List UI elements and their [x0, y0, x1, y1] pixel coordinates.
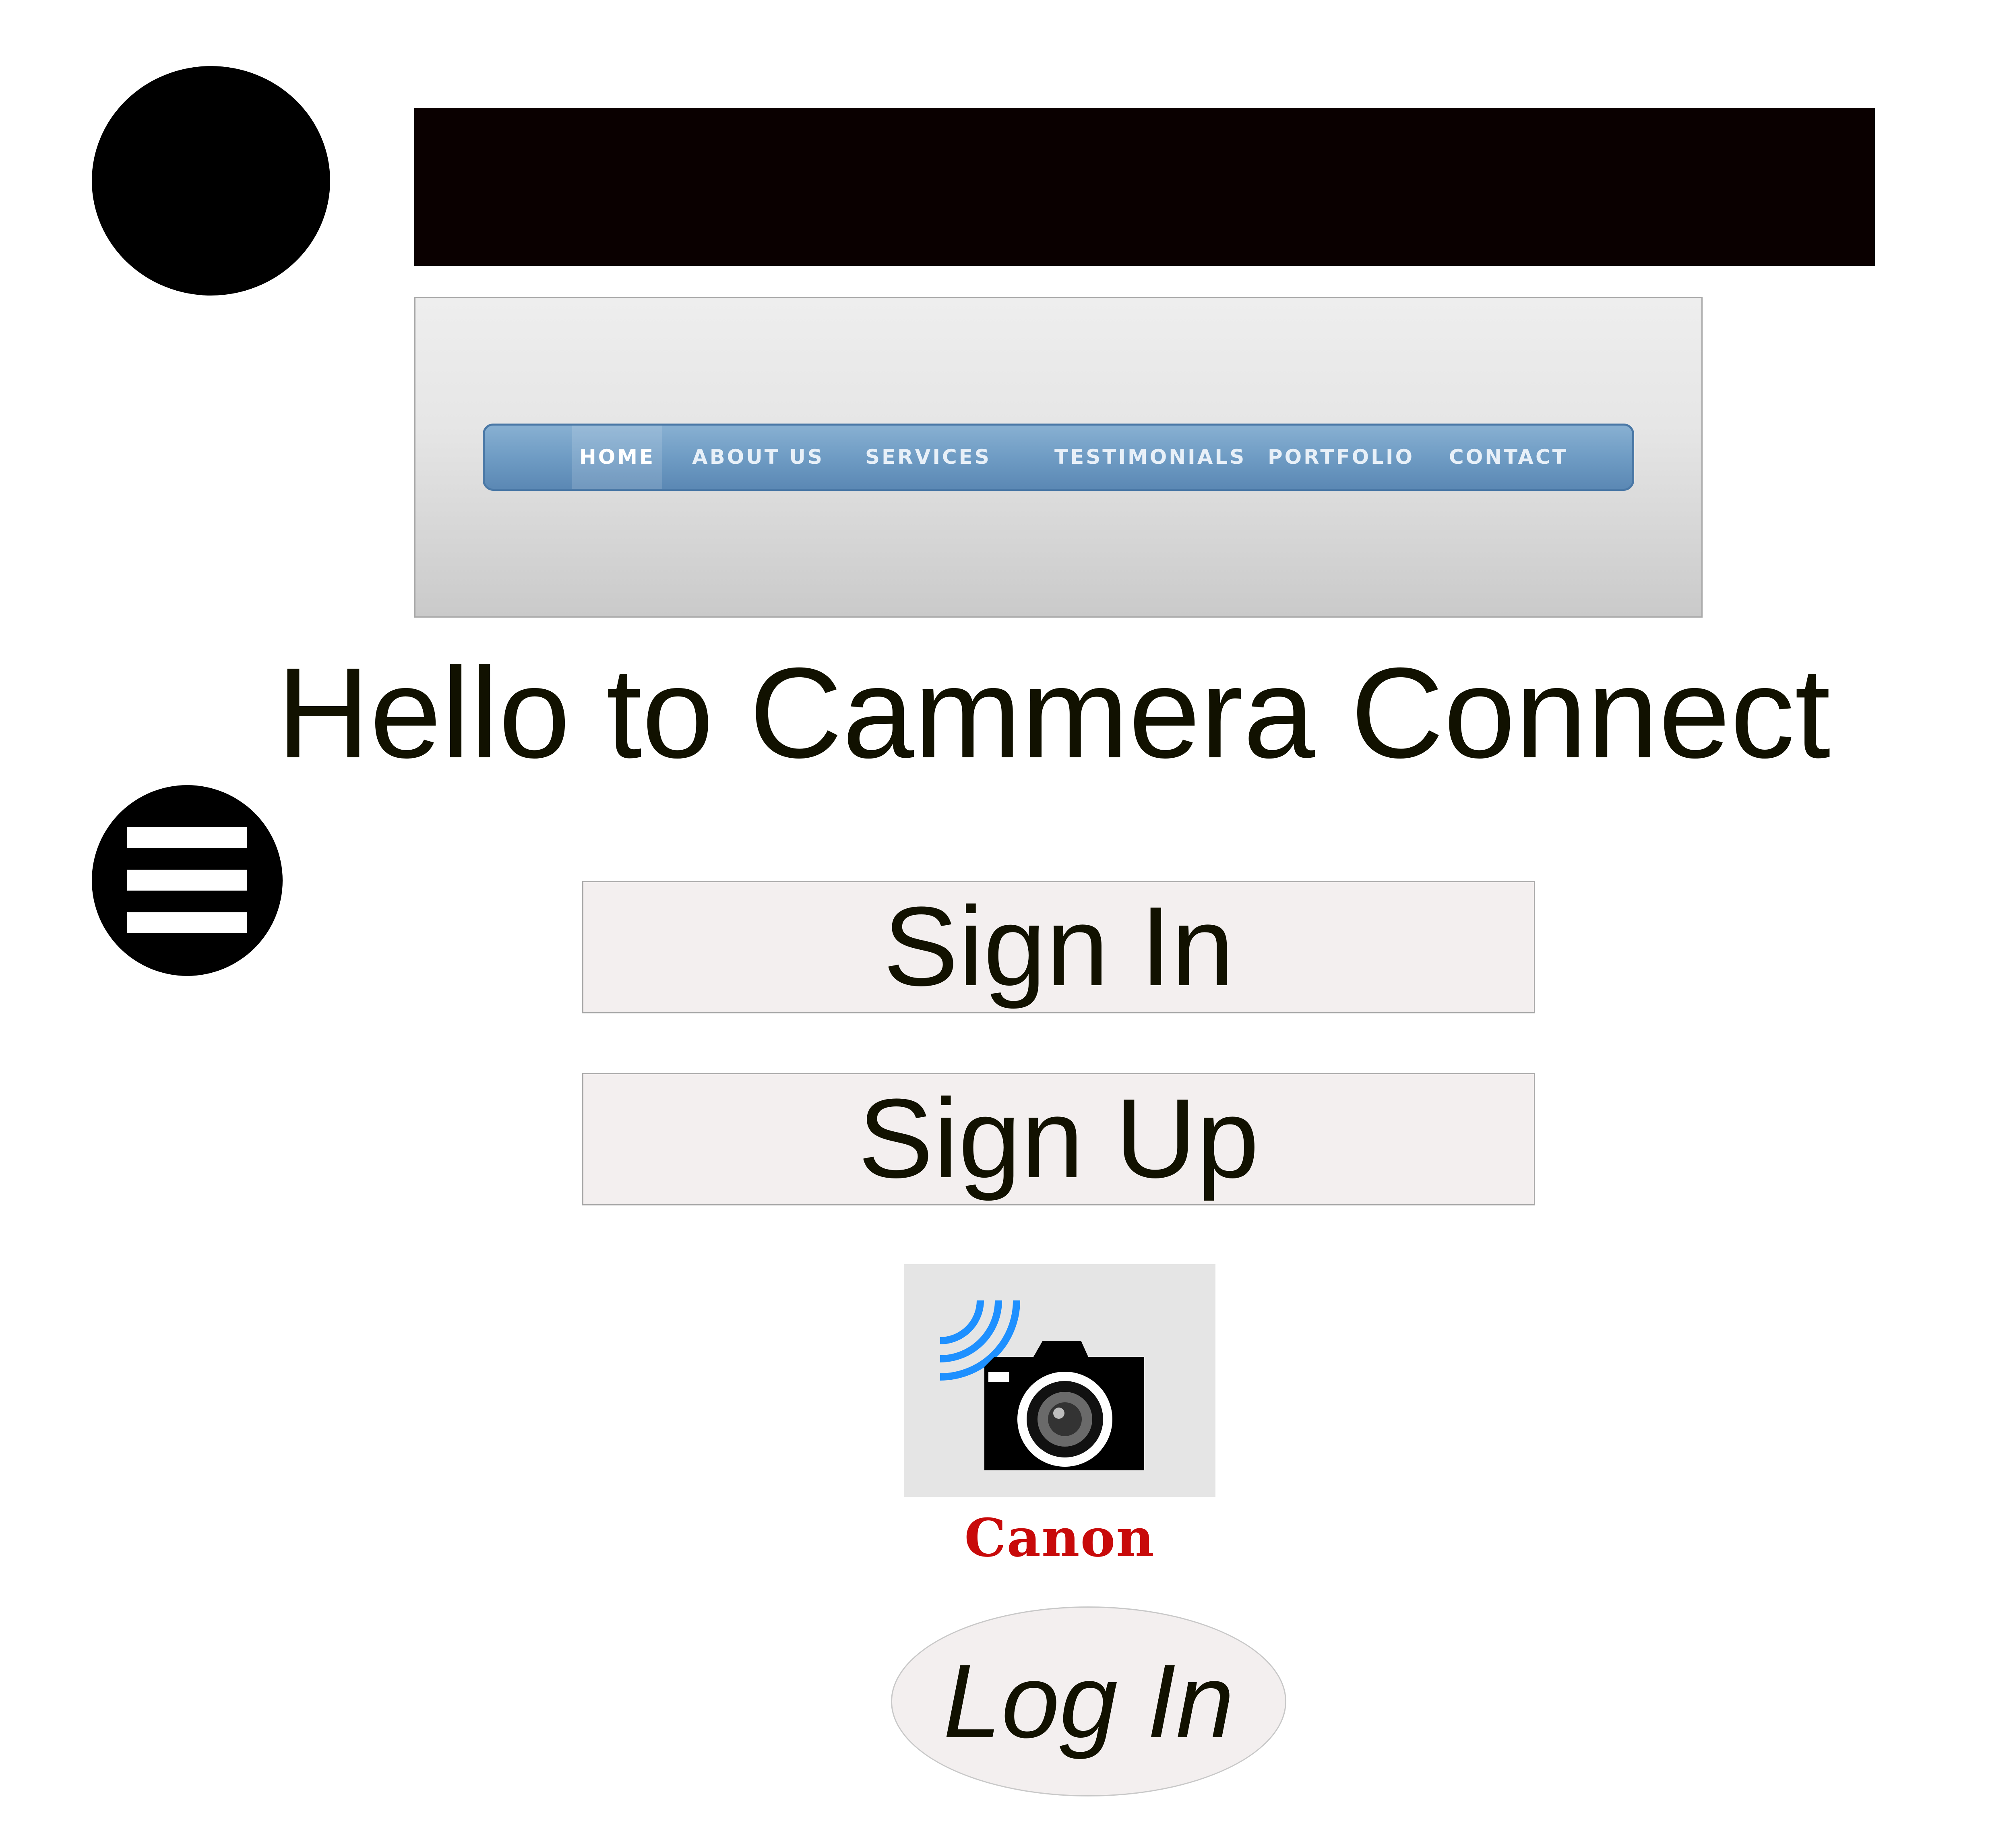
- wireless-camera-icon: [940, 1300, 1144, 1470]
- log-in-button[interactable]: Log In: [891, 1606, 1286, 1796]
- avatar[interactable]: [92, 66, 330, 296]
- nav-item-testimonials[interactable]: TESTIMONIALS: [1054, 426, 1246, 489]
- menu-button[interactable]: [92, 785, 283, 976]
- header-bar: [414, 108, 1875, 266]
- nav-item-home[interactable]: HOME: [572, 426, 662, 489]
- menu-icon-line: [127, 870, 247, 891]
- nav-item-contact[interactable]: CONTACT: [1449, 426, 1568, 489]
- menu-icon-line: [127, 912, 247, 933]
- nav-item-services[interactable]: SERVICES: [865, 426, 991, 489]
- nav-menu: HOME ABOUT US SERVICES TESTIMONIALS PORT…: [483, 424, 1634, 491]
- page-title: Hello to Cammera Connect: [277, 641, 1831, 785]
- nav-item-about-us[interactable]: ABOUT US: [692, 426, 824, 489]
- camera-logo: [904, 1264, 1215, 1497]
- nav-item-portfolio[interactable]: PORTFOLIO: [1268, 426, 1414, 489]
- sign-in-button[interactable]: Sign In: [582, 881, 1535, 1013]
- brand-logo-text: Canon: [964, 1507, 1155, 1569]
- menu-icon-line: [127, 827, 247, 848]
- sign-up-button[interactable]: Sign Up: [582, 1073, 1535, 1205]
